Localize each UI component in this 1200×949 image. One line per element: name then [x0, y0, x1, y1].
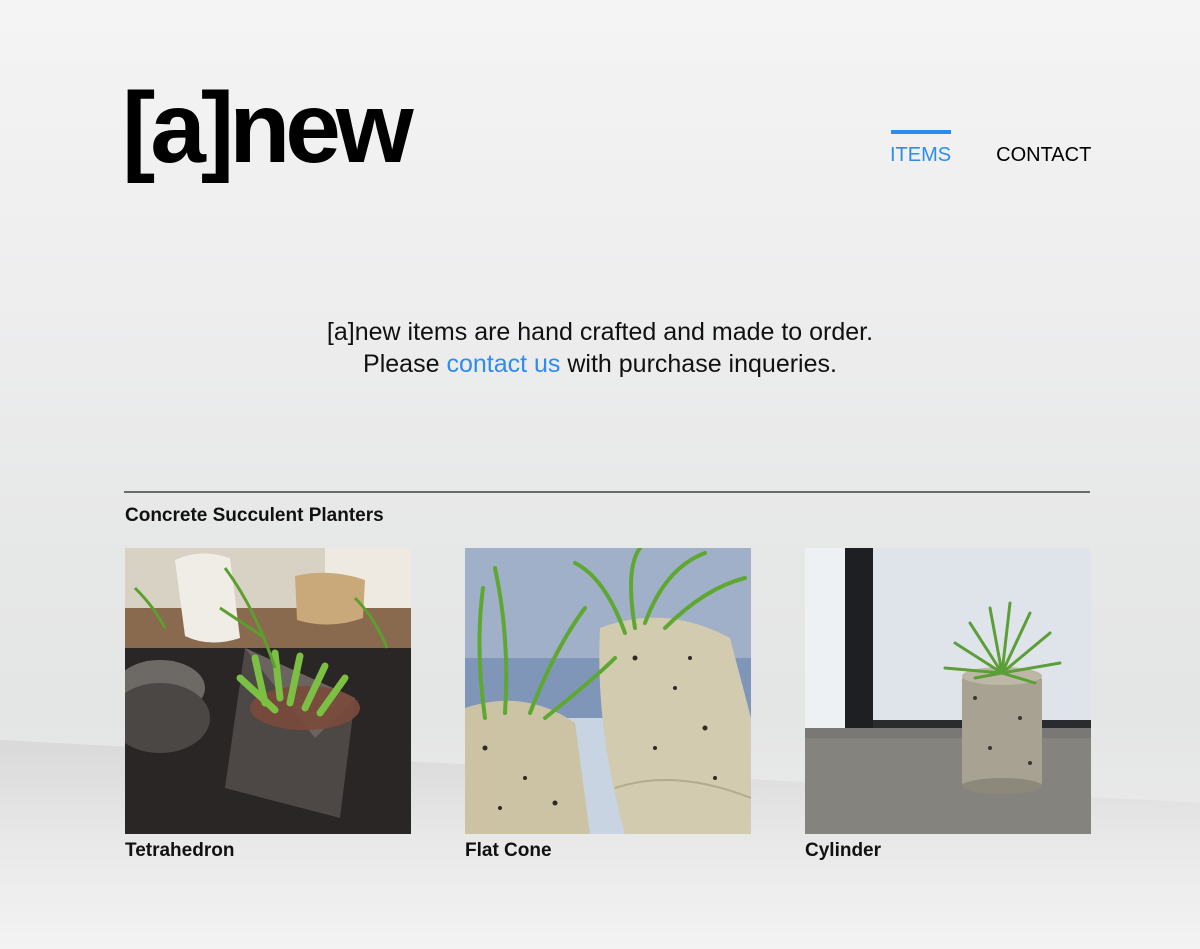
- nav-contact-link[interactable]: CONTACT: [996, 130, 1091, 167]
- intro-line-2-before: Please: [363, 350, 440, 378]
- nav-items-link[interactable]: ITEMS: [890, 130, 952, 167]
- intro-line-1: [a]new items are hand crafted and made t…: [326, 318, 874, 346]
- product-name[interactable]: Flat Cone: [465, 840, 751, 862]
- intro-line-2-after: with purchase inqueries.: [567, 350, 837, 378]
- section-divider: [124, 491, 1090, 493]
- intro-line-2: Please contact us with purchase inquerie…: [0, 348, 1200, 380]
- section-title: Concrete Succulent Planters: [125, 505, 384, 526]
- product-name[interactable]: Cylinder: [805, 840, 1091, 862]
- intro-text: [a]new items are hand crafted and made t…: [0, 316, 1200, 380]
- product-card-tetrahedron[interactable]: Tetrahedron: [125, 548, 411, 862]
- tetrahedron-planter-photo[interactable]: [125, 548, 411, 834]
- flat-cone-planter-photo[interactable]: [465, 548, 751, 834]
- contact-us-link[interactable]: contact us: [446, 350, 560, 378]
- product-card-cylinder[interactable]: Cylinder: [805, 548, 1091, 862]
- main-nav: ITEMS CONTACT: [890, 130, 1091, 167]
- cylinder-planter-photo[interactable]: [805, 548, 1091, 834]
- product-card-flat-cone[interactable]: Flat Cone: [465, 548, 751, 862]
- product-name[interactable]: Tetrahedron: [125, 840, 411, 862]
- site-logo[interactable]: [a]new: [122, 78, 414, 178]
